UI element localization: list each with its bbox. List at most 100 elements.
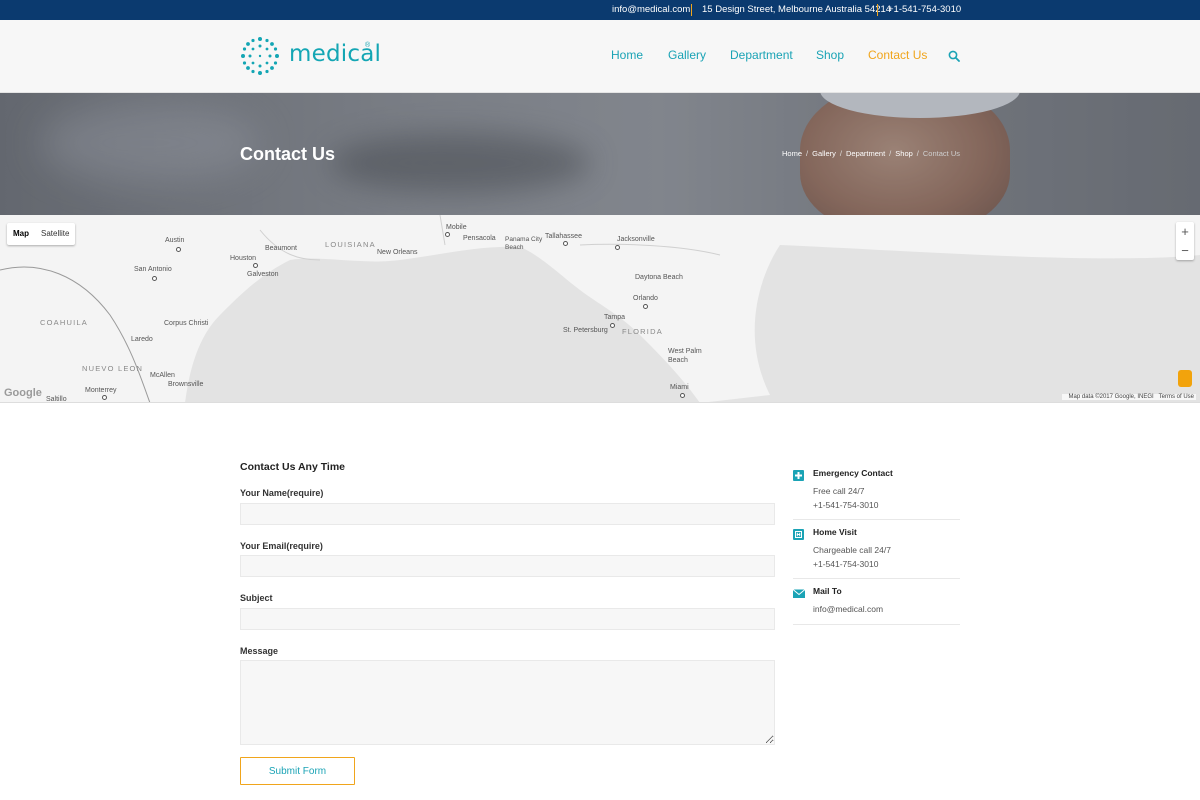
breadcrumb-separator: /: [916, 149, 919, 158]
breadcrumb-shop[interactable]: Shop: [895, 149, 913, 158]
map-city-marker: [680, 393, 685, 398]
map-city-label: West Palm Beach: [668, 348, 702, 364]
logo-registered-mark: ®: [365, 42, 371, 49]
breadcrumb-separator: /: [839, 149, 842, 158]
home-visit-phone[interactable]: +1-541-754-3010: [813, 559, 878, 569]
zoom-out-button[interactable]: −: [1176, 241, 1194, 260]
topbar-divider: [877, 4, 878, 16]
breadcrumb-separator: /: [806, 149, 809, 158]
breadcrumb-separator: /: [889, 149, 892, 158]
google-logo[interactable]: Google: [4, 387, 42, 399]
logo-icon[interactable]: [240, 36, 280, 76]
breadcrumb-gallery[interactable]: Gallery: [812, 149, 836, 158]
map-city-marker: [176, 247, 181, 252]
map-state-label: COAHUILA: [40, 318, 88, 327]
emergency-contact-hours: Free call 24/7: [813, 486, 865, 496]
map-zoom-control: + −: [1176, 222, 1194, 260]
map-type-map[interactable]: Map: [7, 223, 35, 245]
map-city-marker: [643, 304, 648, 309]
subject-field[interactable]: [240, 608, 775, 630]
map-city-label: Laredo: [131, 336, 153, 343]
email-label: Your Email(require): [240, 541, 323, 551]
map-state-label: FLORIDA: [622, 327, 663, 336]
message-field[interactable]: [240, 660, 775, 745]
mail-to-email[interactable]: info@medical.com: [813, 604, 883, 614]
top-info-bar: info@medical.com 15 Design Street, Melbo…: [0, 0, 1200, 20]
map-city-label: Saltillo: [46, 396, 67, 403]
map-state-label: LOUISIANA: [325, 240, 376, 249]
nav-shop[interactable]: Shop: [816, 48, 844, 62]
map-city-label: Tampa: [604, 314, 626, 321]
map-city-marker: [253, 263, 258, 268]
map-city-label: Beaumont: [265, 245, 297, 252]
nav-department[interactable]: Department: [730, 48, 793, 62]
map-city-marker: [610, 323, 615, 328]
map-city-label: San Antonio: [134, 266, 172, 273]
street-view-pegman-icon[interactable]: [1178, 370, 1192, 387]
map-city-label: St. Petersburg: [563, 327, 608, 334]
mail-to-title: Mail To: [813, 586, 842, 596]
mail-to-block: Mail To info@medical.com: [793, 586, 960, 626]
breadcrumb-home[interactable]: Home: [782, 149, 802, 158]
map-city-label: Houston: [230, 255, 257, 262]
map-city-label: Daytona Beach: [635, 274, 683, 281]
form-title: Contact Us Any Time: [240, 461, 346, 473]
name-field[interactable]: [240, 503, 775, 525]
breadcrumb-department[interactable]: Department: [846, 149, 885, 158]
email-field[interactable]: [240, 555, 775, 577]
emergency-contact-title: Emergency Contact: [813, 468, 893, 478]
map-city-marker: [102, 395, 107, 400]
map-city-label: New Orleans: [377, 249, 418, 256]
map-city-label: Monterrey: [85, 387, 117, 394]
home-visit-block: Home Visit Chargeable call 24/7 +1-541-7…: [793, 527, 960, 579]
divider: [793, 519, 960, 520]
map-city-label: Pensacola: [463, 235, 496, 242]
map-type-toggle: Map Satellite: [7, 223, 76, 245]
map-city-label: Corpus Christi: [164, 320, 209, 327]
divider: [793, 578, 960, 579]
map-city-marker: [615, 245, 620, 250]
map-city-label: Austin: [165, 237, 185, 244]
emergency-contact-phone[interactable]: +1-541-754-3010: [813, 500, 878, 510]
site-header: medical ® Home Gallery Department Shop C…: [0, 20, 1200, 93]
map-city-label: Panama City Beach: [505, 236, 543, 251]
terms-of-use-link[interactable]: Terms of Use: [1159, 394, 1194, 400]
google-map[interactable]: Map Satellite + − LOUISIANA FLORIDA COAH…: [0, 215, 1200, 403]
map-city-marker: [563, 241, 568, 246]
home-visit-title: Home Visit: [813, 527, 857, 537]
map-type-satellite[interactable]: Satellite: [35, 223, 75, 245]
hero-overlay: [0, 93, 1200, 215]
map-city-label: Tallahassee: [545, 233, 582, 240]
divider: [793, 624, 960, 625]
search-icon[interactable]: [948, 50, 960, 62]
hospital-icon: [793, 529, 804, 540]
submit-form-button[interactable]: Submit Form: [240, 757, 355, 785]
emergency-contact-block: Emergency Contact Free call 24/7 +1-541-…: [793, 468, 960, 520]
map-city-label: McAllen: [150, 372, 175, 379]
zoom-in-button[interactable]: +: [1176, 222, 1194, 241]
map-city-label: Orlando: [633, 295, 658, 302]
topbar-phone[interactable]: +1-541-754-3010: [888, 0, 961, 20]
message-label: Message: [240, 646, 279, 656]
map-city-label: Brownsville: [168, 381, 204, 388]
home-visit-hours: Chargeable call 24/7: [813, 545, 891, 555]
subject-label: Subject: [240, 593, 273, 603]
breadcrumb: Home / Gallery / Department / Shop / Contact Us: [782, 149, 960, 158]
map-attribution: Map data ©2017 Google, INEGI Terms of Use: [1061, 394, 1196, 400]
name-label: Your Name(require): [240, 488, 324, 498]
topbar-email[interactable]: info@medical.com: [612, 0, 690, 20]
topbar-address: 15 Design Street, Melbourne Australia 54…: [702, 4, 892, 15]
map-state-label: NUEVO LEON: [82, 364, 144, 373]
breadcrumb-current: Contact Us: [922, 149, 960, 158]
nav-gallery[interactable]: Gallery: [668, 48, 706, 62]
map-city-label: Galveston: [247, 271, 279, 278]
map-data-credit: Map data ©2017 Google, INEGI: [1068, 394, 1154, 400]
nav-contact-us[interactable]: Contact Us: [868, 48, 927, 62]
page-hero-banner: Contact Us Home / Gallery / Department / Shop /…: [0, 93, 1200, 215]
plus-icon: [793, 470, 804, 481]
map-city-label: Miami: [670, 384, 689, 391]
envelope-icon: [793, 588, 805, 599]
nav-home[interactable]: Home: [611, 48, 643, 62]
map-city-label: Mobile: [446, 224, 467, 231]
map-city-marker: [152, 276, 157, 281]
